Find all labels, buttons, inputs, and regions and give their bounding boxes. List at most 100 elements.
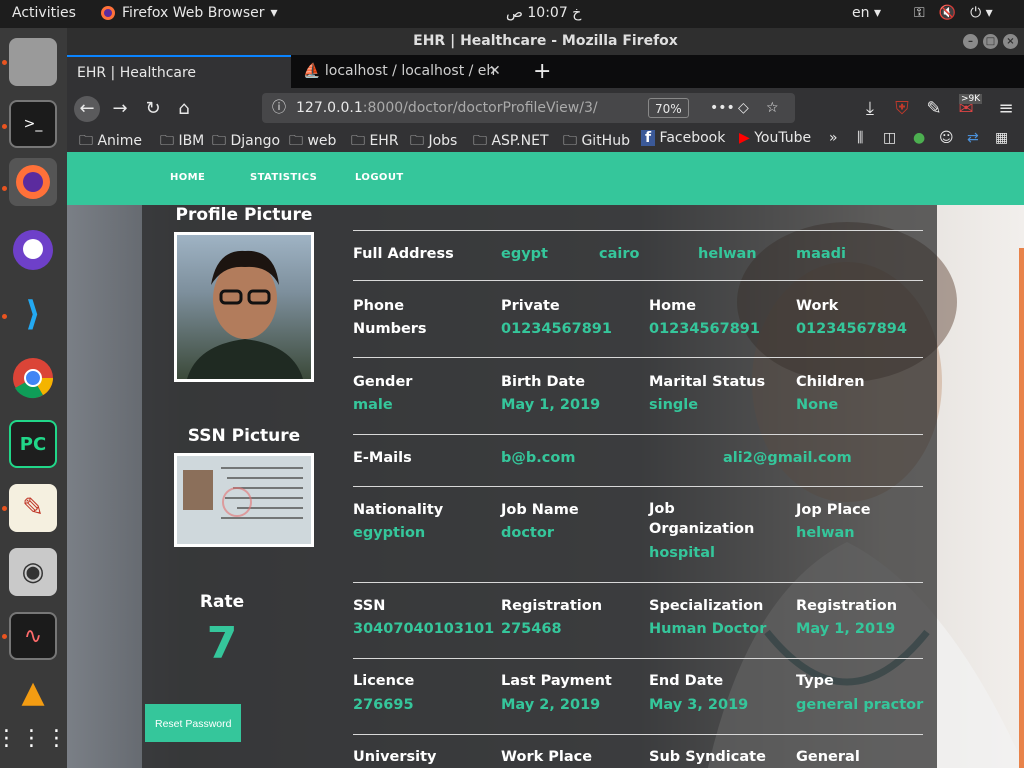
children-value: None xyxy=(796,397,839,413)
files-icon[interactable] xyxy=(9,38,57,86)
dev-tools-icon[interactable]: ✎ xyxy=(921,96,947,122)
page-actions-icon[interactable]: ••• xyxy=(710,93,735,123)
activities-button[interactable]: Activities xyxy=(12,5,76,21)
profile-picture xyxy=(174,232,314,382)
home-button[interactable]: ⌂ xyxy=(171,96,197,122)
address-country-value: egypt xyxy=(501,246,548,262)
system-tray[interactable]: ⚿ 🔇 ⏻ ▾ xyxy=(914,5,993,21)
bookmark-folder-web[interactable]: 🗀 web xyxy=(289,130,336,154)
tab-ehr-healthcare[interactable]: EHR | Healthcare xyxy=(67,55,291,88)
site-info-icon[interactable]: ⓘ xyxy=(272,93,286,123)
menu-icon[interactable]: ≡ xyxy=(993,96,1019,122)
extension-icon[interactable]: ● xyxy=(913,130,925,146)
reset-password-button[interactable]: Reset Password xyxy=(145,704,241,742)
os-top-bar: Activities Firefox Web Browser ▾ خ 10:07… xyxy=(0,0,1024,28)
chevron-down-icon: ▾ xyxy=(270,5,278,21)
pocket-icon[interactable]: ◇ xyxy=(738,93,749,123)
profile-picture-title: Profile Picture xyxy=(175,205,313,225)
tab-label: EHR | Healthcare xyxy=(77,65,197,81)
specialization-value: Human Doctor xyxy=(649,621,767,637)
speaker-app-icon[interactable]: ◉ xyxy=(9,548,57,596)
ssn-value: 30407040103101 xyxy=(353,621,495,637)
translate-icon[interactable]: ⇄ xyxy=(967,130,979,146)
running-indicator xyxy=(2,314,7,319)
reload-button[interactable]: ↻ xyxy=(140,96,166,122)
profile-photo-illustration xyxy=(187,250,303,379)
bookmark-folder-anime[interactable]: 🗀 Anime xyxy=(79,130,142,154)
university-label: University xyxy=(353,749,437,765)
home-phone-value: 01234567891 xyxy=(649,321,760,337)
running-indicator xyxy=(2,60,7,65)
row-divider xyxy=(353,734,923,735)
github-desktop-icon[interactable] xyxy=(9,226,57,274)
close-tab-icon[interactable]: ✕ xyxy=(489,55,501,88)
avatar-extension-icon[interactable]: ☺ xyxy=(939,130,954,146)
bookmark-folder-ehr[interactable]: 🗀 EHR xyxy=(351,130,399,154)
chrome-logo-icon xyxy=(13,358,53,399)
ubuntu-dock: >_ ⟩ PC ✎ ◉ ∿ ▲ ⋮⋮⋮ xyxy=(0,28,68,768)
page-scrollbar[interactable] xyxy=(1019,248,1024,768)
nav-home-label[interactable]: HOME xyxy=(170,172,205,183)
chrome-icon[interactable] xyxy=(9,354,57,402)
system-monitor-icon[interactable]: ∿ xyxy=(9,612,57,660)
more-bookmarks-icon[interactable]: » xyxy=(829,130,838,146)
end-date-label: End Date xyxy=(649,673,724,689)
tab-localhost[interactable]: ⛵ localhost / localhost / eh ✕ xyxy=(293,55,513,88)
ssn-label: SSN xyxy=(353,598,386,614)
vlc-icon[interactable]: ▲ xyxy=(9,668,57,716)
pycharm-icon[interactable]: PC xyxy=(9,420,57,468)
bookmark-youtube[interactable]: ▶ YouTube xyxy=(739,130,811,146)
language-indicator[interactable]: en ▾ xyxy=(852,5,881,21)
power-icon: ⏻ ▾ xyxy=(970,5,993,21)
work-place-label: Work Place xyxy=(501,749,593,765)
minimize-button[interactable]: – xyxy=(963,34,978,49)
nav-logout-label[interactable]: LOGOUT xyxy=(355,172,404,183)
url-text: 127.0.0.1:8000/doctor/doctorProfileView/… xyxy=(296,93,598,123)
bookmark-label: Facebook xyxy=(659,130,726,146)
nationality-label: Nationality xyxy=(353,502,444,518)
registration-date-label: Registration xyxy=(796,598,898,614)
bookmark-star-icon[interactable]: ☆ xyxy=(766,93,779,123)
show-apps-icon[interactable]: ⋮⋮⋮ xyxy=(0,714,68,762)
bookmark-label: EHR xyxy=(369,133,399,149)
app-menu[interactable]: Firefox Web Browser ▾ xyxy=(100,5,278,21)
bookmark-facebook[interactable]: f Facebook xyxy=(641,130,725,146)
folder-icon: 🗀 xyxy=(410,133,424,149)
text-editor-icon[interactable]: ✎ xyxy=(9,484,57,532)
row-divider xyxy=(353,280,923,281)
new-tab-button[interactable]: + xyxy=(523,55,551,88)
email-secondary-value: ali2@gmail.com xyxy=(723,450,852,466)
marital-status-value: single xyxy=(649,397,699,413)
birth-date-label: Birth Date xyxy=(501,374,586,390)
folder-icon: 🗀 xyxy=(212,133,226,149)
vscode-icon[interactable]: ⟩ xyxy=(9,290,57,338)
url-bar[interactable]: ⓘ 127.0.0.1:8000/doctor/doctorProfileVie… xyxy=(262,93,795,123)
library-icon[interactable]: ⫼ xyxy=(857,130,863,146)
bookmark-folder-aspnet[interactable]: 🗀 ASP.NET xyxy=(473,130,549,154)
clock[interactable]: خ 10:07 ص xyxy=(506,5,581,21)
maximize-button[interactable]: □ xyxy=(983,34,998,49)
marital-status-label: Marital Status xyxy=(649,374,766,390)
phpmyadmin-icon: ⛵ xyxy=(303,63,321,79)
forward-button[interactable]: → xyxy=(107,96,133,122)
ublock-icon[interactable]: ⛨ xyxy=(889,96,915,122)
bookmark-folder-django[interactable]: 🗀 Django xyxy=(212,130,280,154)
firefox-dock-icon[interactable] xyxy=(9,158,57,206)
terminal-icon[interactable]: >_ xyxy=(9,100,57,148)
sidebar-icon[interactable]: ◫ xyxy=(883,130,896,146)
folder-icon: 🗀 xyxy=(160,133,174,149)
close-window-button[interactable]: × xyxy=(1003,34,1018,49)
downloads-icon[interactable]: ⤓ xyxy=(857,96,883,122)
url-host: 127.0.0.1 xyxy=(296,100,363,116)
back-button[interactable]: ← xyxy=(74,96,100,122)
bookmarks-toolbar: 🗀 Anime 🗀 IBM 🗀 Django 🗀 web 🗀 EHR 🗀 Job… xyxy=(67,128,1024,152)
zoom-indicator[interactable]: 70% xyxy=(648,98,689,118)
bookmark-folder-github[interactable]: 🗀 GitHub xyxy=(563,130,630,154)
job-place-label: Jop Place xyxy=(796,502,871,518)
rate-label: Rate xyxy=(199,592,245,612)
bookmark-folder-jobs[interactable]: 🗀 Jobs xyxy=(410,130,457,154)
bookmark-folder-ibm[interactable]: 🗀 IBM xyxy=(160,130,204,154)
nav-statistics-label[interactable]: STATISTICS xyxy=(250,172,317,183)
screenshot-icon[interactable]: ▦ xyxy=(995,130,1008,146)
tab-strip: EHR | Healthcare ⛵ localhost / localhost… xyxy=(67,55,1024,88)
